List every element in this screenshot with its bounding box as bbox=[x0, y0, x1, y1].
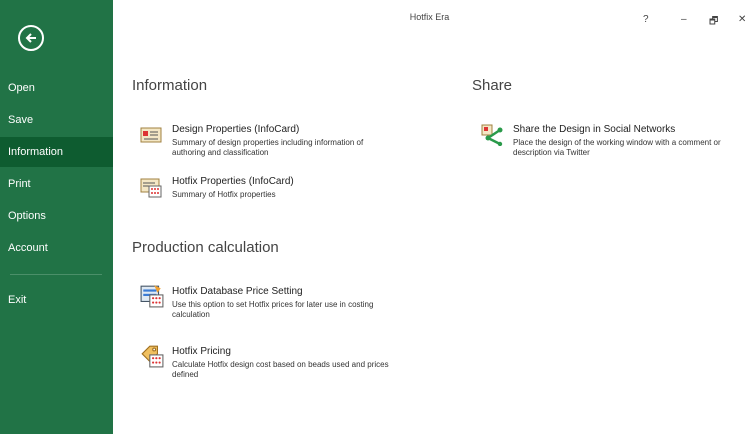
sidebar-item-account[interactable]: Account bbox=[0, 233, 113, 263]
share-social-card[interactable]: Share the Design in Social Networks Plac… bbox=[481, 124, 743, 168]
price-database-icon bbox=[140, 285, 164, 308]
window-title: Hotfix Era bbox=[409, 12, 450, 22]
sidebar-item-exit[interactable]: Exit bbox=[0, 285, 113, 315]
hotfix-properties-title: Hotfix Properties (InfoCard) bbox=[172, 176, 294, 187]
sidebar-item-options[interactable]: Options bbox=[0, 201, 113, 231]
close-button[interactable]: ✕ bbox=[738, 14, 746, 25]
share-social-title: Share the Design in Social Networks bbox=[513, 124, 676, 135]
sidebar-item-information[interactable]: Information bbox=[0, 137, 113, 167]
hotfix-pricing-card[interactable]: Hotfix Pricing Calculate Hotfix design c… bbox=[140, 345, 440, 390]
help-button[interactable]: ? bbox=[643, 14, 649, 25]
hotfix-properties-card[interactable]: Hotfix Properties (InfoCard) Summary of … bbox=[140, 176, 440, 220]
hotfix-infocard-icon bbox=[140, 178, 162, 198]
price-tag-icon bbox=[141, 345, 164, 368]
sidebar-item-save[interactable]: Save bbox=[0, 105, 113, 135]
price-setting-desc: Use this option to set Hotfix prices for… bbox=[172, 300, 374, 319]
design-properties-card[interactable]: Design Properties (InfoCard) Summary of … bbox=[140, 124, 440, 168]
share-heading: Share bbox=[472, 77, 513, 94]
share-icon bbox=[481, 124, 503, 146]
hotfix-pricing-title: Hotfix Pricing bbox=[172, 346, 231, 357]
restore-button[interactable]: 🗗 bbox=[709, 14, 718, 31]
design-properties-title: Design Properties (InfoCard) bbox=[172, 124, 300, 135]
production-heading: Production calculation bbox=[132, 239, 279, 256]
price-setting-title: Hotfix Database Price Setting bbox=[172, 286, 303, 297]
hotfix-pricing-desc: Calculate Hotfix design cost based on be… bbox=[172, 360, 389, 379]
information-heading: Information bbox=[132, 77, 208, 94]
title-bar: Hotfix Era ? – 🗗 ✕ bbox=[113, 0, 746, 28]
backstage-sidebar: Open Save Information Print Options Acco… bbox=[0, 0, 113, 434]
share-social-desc: Place the design of the working window w… bbox=[513, 138, 721, 157]
sidebar-item-open[interactable]: Open bbox=[0, 73, 113, 103]
arrow-left-icon bbox=[25, 33, 36, 43]
price-setting-card[interactable]: Hotfix Database Price Setting Use this o… bbox=[140, 285, 440, 330]
infocard-icon bbox=[140, 127, 162, 143]
sidebar-item-print[interactable]: Print bbox=[0, 169, 113, 199]
design-properties-desc: Summary of design properties including i… bbox=[172, 138, 364, 157]
sidebar-divider bbox=[10, 274, 102, 275]
back-button[interactable] bbox=[18, 25, 44, 51]
minimize-button[interactable]: – bbox=[681, 14, 687, 25]
hotfix-properties-desc: Summary of Hotfix properties bbox=[172, 190, 276, 199]
